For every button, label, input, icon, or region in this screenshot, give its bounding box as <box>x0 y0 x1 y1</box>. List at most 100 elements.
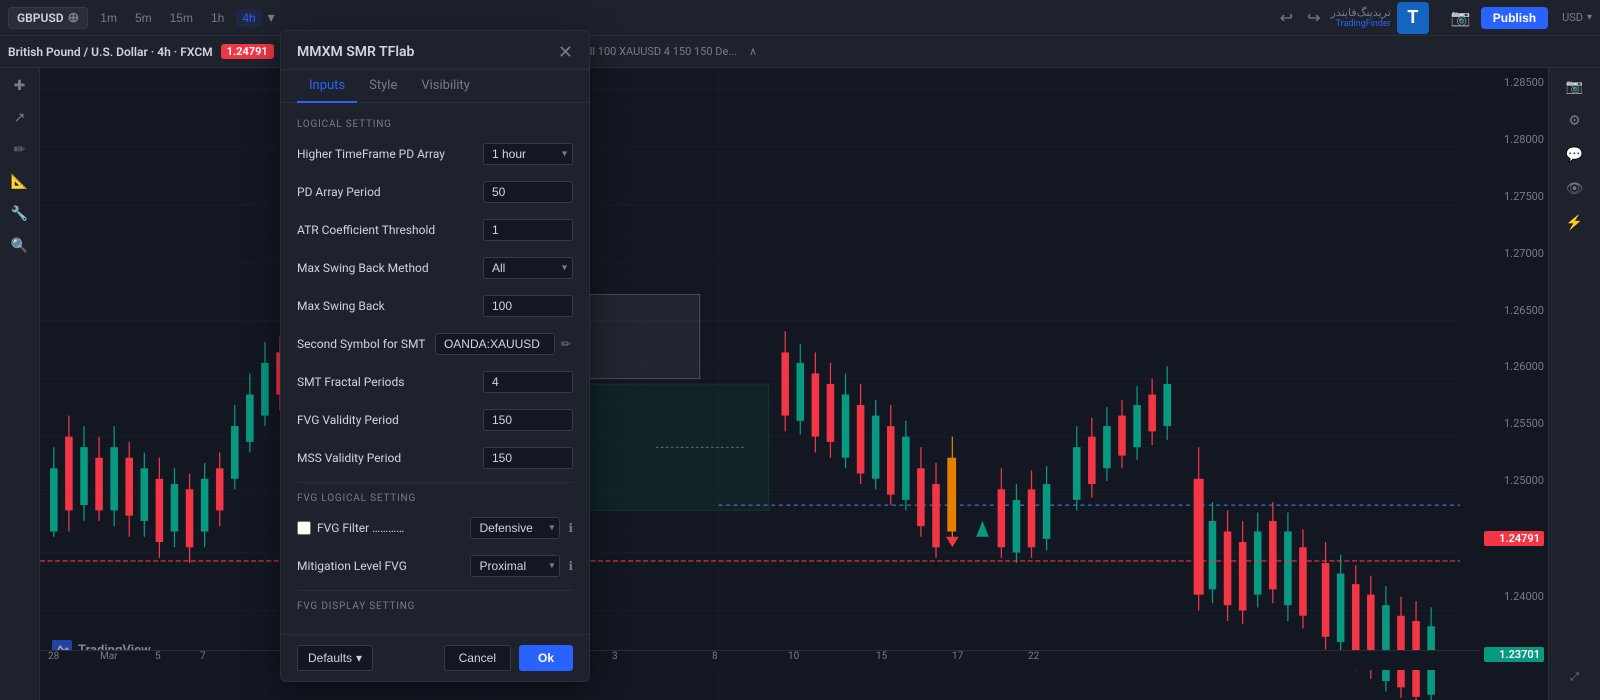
tf-4h[interactable]: 4h <box>236 9 261 27</box>
price-2: 1.28000 <box>1484 133 1544 146</box>
tool-pencil[interactable]: ✏ <box>4 136 36 164</box>
price-7: 1.25500 <box>1484 417 1544 430</box>
redo-button[interactable]: ↪ <box>1303 6 1324 30</box>
tool-measure[interactable]: 📐 <box>4 168 36 196</box>
date-17: 17 <box>952 651 963 662</box>
smt-fractal-input[interactable] <box>483 371 573 393</box>
tool-resize[interactable]: ⤢ <box>1557 662 1593 692</box>
tool-crosshair[interactable]: ✚ <box>4 72 36 100</box>
sell-price: 1.24791 <box>221 44 274 59</box>
symbol-badge[interactable]: GBPUSD ⊕ <box>8 7 88 29</box>
max-swing-method-select[interactable]: All Fixed Auto <box>483 257 573 279</box>
fvg-filter-checkbox[interactable] <box>297 521 311 535</box>
second-symbol-label: Second Symbol for SMT <box>297 337 435 351</box>
mitigation-control: Proximal Distal 50% ℹ <box>470 555 573 577</box>
fvg-validity-label: FVG Validity Period <box>297 413 483 427</box>
tool-alerts[interactable]: ⚡ <box>1557 208 1593 238</box>
symbol-text: GBPUSD <box>17 11 64 25</box>
pd-array-period-row: PD Array Period <box>297 178 573 206</box>
pd-array-control <box>483 181 573 203</box>
tool-screenshot[interactable]: 📷 <box>1557 72 1593 102</box>
symbol-add-icon: ⊕ <box>68 10 80 26</box>
undo-button[interactable]: ↩ <box>1276 6 1297 30</box>
price-scale: 1.28500 1.28000 1.27500 1.27000 1.26500 … <box>1480 68 1548 670</box>
settings-dialog[interactable]: MMXM SMR TFlab ✕ Inputs Style Visibility… <box>280 30 590 682</box>
smt-fractal-row: SMT Fractal Periods <box>297 368 573 396</box>
dialog-footer: Defaults ▾ Cancel Ok <box>281 634 589 681</box>
publish-button[interactable]: Publish <box>1481 7 1548 29</box>
smt-fractal-label: SMT Fractal Periods <box>297 375 483 389</box>
date-8: 8 <box>712 651 718 662</box>
mitigation-select[interactable]: Proximal Distal 50% <box>470 555 560 577</box>
tab-style[interactable]: Style <box>357 70 409 103</box>
price-current-green: 1.23701 <box>1484 647 1544 662</box>
fvg-validity-input[interactable] <box>483 409 573 431</box>
mss-validity-label: MSS Validity Period <box>297 451 483 465</box>
tool-settings-right[interactable]: ⚙ <box>1557 106 1593 136</box>
brand-icon: T <box>1397 2 1429 34</box>
price-4: 1.27000 <box>1484 247 1544 260</box>
tool-arrow[interactable]: ↗ <box>4 104 36 132</box>
fvg-filter-select[interactable]: Defensive Aggressive Balanced <box>470 517 560 539</box>
second-symbol-row: Second Symbol for SMT ✏ <box>297 330 573 358</box>
atr-coeff-label: ATR Coefficient Threshold <box>297 223 483 237</box>
max-swing-back-row: Max Swing Back <box>297 292 573 320</box>
price-9: 1.24000 <box>1484 590 1544 603</box>
second-symbol-input[interactable] <box>435 333 555 355</box>
pair-info: British Pound / U.S. Dollar · 4h · FXCM <box>8 45 213 59</box>
tool-chat[interactable]: 💬 <box>1557 140 1593 170</box>
tf-1h[interactable]: 1h <box>205 9 230 27</box>
tool-settings[interactable]: 🔧 <box>4 200 36 228</box>
fvg-filter-select-wrapper: Defensive Aggressive Balanced <box>470 517 560 539</box>
indicator-collapse-icon[interactable]: ∧ <box>749 45 757 58</box>
price-6: 1.26000 <box>1484 360 1544 373</box>
tab-inputs[interactable]: Inputs <box>297 70 357 103</box>
pd-array-label: PD Array Period <box>297 185 483 199</box>
higher-timeframe-row: Higher TimeFrame PD Array 1 hour 4 hours… <box>297 140 573 168</box>
date-28: 28 <box>48 651 59 662</box>
tool-watchlist[interactable]: 👁 <box>1557 174 1593 204</box>
logical-setting-label: LOGICAL SETTING <box>297 119 573 130</box>
tf-5m[interactable]: 5m <box>129 9 158 27</box>
price-3: 1.27500 <box>1484 190 1544 203</box>
dialog-tabs: Inputs Style Visibility <box>281 70 589 103</box>
date-22: 22 <box>1028 651 1039 662</box>
defaults-button[interactable]: Defaults ▾ <box>297 645 373 671</box>
dialog-body: LOGICAL SETTING Higher TimeFrame PD Arra… <box>281 103 589 634</box>
dialog-close-button[interactable]: ✕ <box>558 43 573 61</box>
camera-icon[interactable]: 📷 <box>1451 8 1471 27</box>
cancel-button[interactable]: Cancel <box>444 645 511 671</box>
max-swing-back-label: Max Swing Back <box>297 299 483 313</box>
date-mar: Mar <box>100 651 118 662</box>
tool-zoom[interactable]: 🔍 <box>4 232 36 260</box>
smt-fractal-control <box>483 371 573 393</box>
tab-visibility[interactable]: Visibility <box>409 70 482 103</box>
pd-array-input[interactable] <box>483 181 573 203</box>
mitigation-select-wrapper: Proximal Distal 50% <box>470 555 560 577</box>
max-swing-method-row: Max Swing Back Method All Fixed Auto <box>297 254 573 282</box>
max-swing-back-control <box>483 295 573 317</box>
divider-1 <box>297 482 573 483</box>
max-swing-back-input[interactable] <box>483 295 573 317</box>
fvg-filter-info-icon[interactable]: ℹ <box>568 521 573 535</box>
mitigation-info-icon[interactable]: ℹ <box>568 559 573 573</box>
tf-1m[interactable]: 1m <box>94 9 123 27</box>
chart-area: 1.28500 1.28000 1.27500 1.27000 1.26500 … <box>40 68 1548 700</box>
pair-full-name: British Pound / U.S. Dollar · 4h · FXCM <box>8 45 213 59</box>
second-bar: British Pound / U.S. Dollar · 4h · FXCM … <box>0 36 1600 68</box>
footer-buttons: Cancel Ok <box>444 645 573 671</box>
atr-coeff-input[interactable] <box>483 219 573 241</box>
brand-name: تریدینگ‌فایندر <box>1331 6 1391 19</box>
ok-button[interactable]: Ok <box>519 645 573 671</box>
mss-validity-input[interactable] <box>483 447 573 469</box>
left-sidebar: ✚ ↗ ✏ 📐 🔧 🔍 <box>0 68 40 700</box>
dialog-header: MMXM SMR TFlab ✕ <box>281 31 589 70</box>
right-sidebar: 📷 ⚙ 💬 👁 ⚡ ⤢ <box>1548 68 1600 700</box>
dialog-title: MMXM SMR TFlab <box>297 44 414 60</box>
higher-timeframe-control: 1 hour 4 hours 1 day 1 week <box>483 143 573 165</box>
price-5: 1.26500 <box>1484 304 1544 317</box>
higher-timeframe-select[interactable]: 1 hour 4 hours 1 day 1 week <box>483 143 573 165</box>
timeframe-dropdown-icon[interactable]: ▾ <box>268 10 275 26</box>
second-symbol-edit-button[interactable]: ✏ <box>559 335 573 353</box>
tf-15m[interactable]: 15m <box>164 9 199 27</box>
